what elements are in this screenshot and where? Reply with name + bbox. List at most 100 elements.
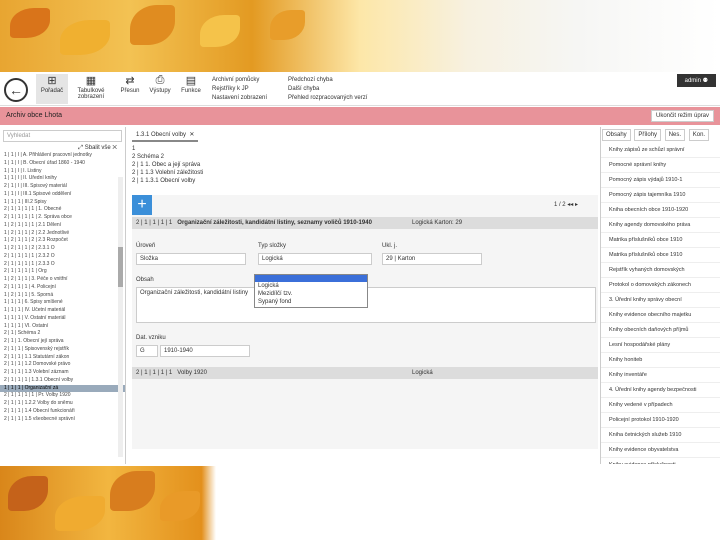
next-error-link[interactable]: Další chyba bbox=[288, 85, 367, 94]
tree-row[interactable]: 1 | 1 | 1 | IV. Účetní materiál bbox=[0, 307, 125, 315]
level-select[interactable]: Složka bbox=[136, 253, 246, 265]
archival-aids-link[interactable]: Archivní pomůcky bbox=[212, 76, 267, 85]
tree-row[interactable]: 1 | 2 | 1 | 1 | 2 | 2.3 Rozpočet bbox=[0, 237, 125, 245]
toolbar-button-vystupy[interactable]: ⎙ Výstupy bbox=[146, 74, 174, 104]
tree-row[interactable]: 1 | 1 | 1 | 6. Spisy smíšené bbox=[0, 299, 125, 307]
tree-row[interactable]: 2 | 1 | 1 | 1.2 Domovské právo bbox=[0, 361, 125, 369]
list-item[interactable]: Policejní protokol 1910-1920 bbox=[601, 413, 720, 428]
collapse-all-button[interactable]: ⤢ Sbalit vše ✕ bbox=[0, 145, 125, 152]
date-input[interactable]: 1910-1940 bbox=[160, 345, 250, 357]
tree-row[interactable]: 1 | 2 | 1 | 1 | 2 | 2.3.1 O bbox=[0, 245, 125, 253]
tab-nes[interactable]: Nes. bbox=[664, 129, 686, 141]
tree-scrollbar[interactable] bbox=[118, 177, 123, 457]
tab-obecni-volby[interactable]: 1.3.1 Obecní volby ✕ bbox=[132, 129, 199, 142]
list-item[interactable]: Pomocný zápis tajemníka 1910 bbox=[601, 188, 720, 203]
tree-row[interactable]: 2 | 1 | 1. Obecní její správa bbox=[0, 338, 125, 346]
tab-prilohy[interactable]: Přílohy bbox=[634, 129, 662, 141]
list-item[interactable]: Lesní hospodářské plány bbox=[601, 338, 720, 353]
record-panel: + 1 / 2 ◂◂ ▸ 2 | 1 | 1 | 1 | 1 Organizač… bbox=[132, 195, 598, 449]
tree-row[interactable]: 2 | 1 | 1 | 1.2.2 Volby do sněmu bbox=[0, 400, 125, 408]
tree-row[interactable]: 1 | 2 | 1 | 1 | 1 | 2.1 Dělení bbox=[0, 222, 125, 230]
tree-list: 1 | 1 | I | A. Přihlášení pracovní jedno… bbox=[0, 152, 125, 423]
list-item[interactable]: 3. Úřední knihy správy obecní bbox=[601, 293, 720, 308]
arrows-icon: ⇄ bbox=[125, 75, 135, 87]
list-item[interactable]: Knihy obecních daňových příjmů bbox=[601, 323, 720, 338]
list-item[interactable]: Protokol o domovských zákonech bbox=[601, 278, 720, 293]
tree-row[interactable]: 2 | 1 | 1 | 1.1 Statutární zákon bbox=[0, 354, 125, 362]
previous-error-link[interactable]: Předchozí chyba bbox=[288, 76, 367, 85]
tree-row[interactable]: 2 | 1 | 1 | 1.3 Volební záznam bbox=[0, 369, 125, 377]
list-item[interactable]: Kniha četnických služeb 1910 bbox=[601, 428, 720, 443]
user-menu[interactable]: admin ⚉ bbox=[676, 74, 716, 87]
list-item[interactable]: Matrika příslušníků obce 1910 bbox=[601, 233, 720, 248]
tree-row[interactable]: 1 | 1 | I | III.1 Spisové oddělení bbox=[0, 191, 125, 199]
tab-kon[interactable]: Kon. bbox=[688, 129, 710, 141]
tree-search-input[interactable]: Vyhledat bbox=[3, 130, 122, 142]
tree-row[interactable]: 2 | 1 | 1 | 1 | 4. Policejní bbox=[0, 284, 125, 292]
tree-row[interactable]: 1 | 1 | I | II. Úřední knihy bbox=[0, 175, 125, 183]
pager: 1 / 2 ◂◂ ▸ bbox=[553, 202, 578, 208]
list-item[interactable]: Knihy agendy domovského práva bbox=[601, 218, 720, 233]
right-list: Knihy zápisů ze schůzí správní Pomocné sp… bbox=[601, 143, 720, 464]
list-item[interactable]: Pomocné správní knihy bbox=[601, 158, 720, 173]
toolbar-button-table[interactable]: ▦ Tabulkové zobrazení bbox=[74, 74, 108, 104]
tree-row[interactable]: 1 | 2 | 1 | 1 | 3. Péče o vnitřní bbox=[0, 276, 125, 284]
footer-leaves-photo bbox=[0, 466, 720, 540]
tree-row[interactable]: 2 | 1 | 1 | 1.4 Obecní funkcionáři bbox=[0, 408, 125, 416]
view-settings-link[interactable]: Nastavení zobrazení bbox=[212, 94, 267, 103]
list-item[interactable]: Pomocný zápis výdajů 1910-1 bbox=[601, 173, 720, 188]
tree-row[interactable]: 2 | 1 | 1 | 1 | 1 | 2. Správa obce bbox=[0, 214, 125, 222]
tree-row[interactable]: 1 | 1 | I | A. Přihlášení pracovní jedno… bbox=[0, 152, 125, 160]
date-type-select[interactable]: G bbox=[136, 345, 158, 357]
right-tabs: Obsahy Přílohy Nes. Kon. bbox=[601, 127, 720, 143]
tree-icon: ⊞ bbox=[47, 75, 57, 87]
list-item[interactable]: Knihy evidence příslušnosti bbox=[601, 458, 720, 464]
tree-row[interactable]: 1 | 2 | 1 | 1 | 5. Sporná bbox=[0, 292, 125, 300]
versions-overview-link[interactable]: Přehled rozpracovaných verzí bbox=[288, 94, 367, 103]
toolbar-button-presun[interactable]: ⇄ Přesun bbox=[116, 74, 144, 104]
folder-type-dropdown[interactable]: Logická Mezidílčí tzv. Sypaný fond bbox=[254, 274, 368, 308]
tree-row[interactable]: 2 | 1 | 1 | 1 | 1 | 1. Obecné bbox=[0, 206, 125, 214]
toolbar-button-funkce[interactable]: ▤ Funkce bbox=[177, 74, 205, 104]
record-row-selected[interactable]: 2 | 1 | 1 | 1 | 1 Organizační záležitost… bbox=[132, 217, 598, 229]
tree-row[interactable]: 2 | 1 | I | III. Spisový materiál bbox=[0, 183, 125, 191]
list-item[interactable]: Kniha obecních obce 1910-1920 bbox=[601, 203, 720, 218]
tree-row[interactable]: 1 | 1 | 1 | Organizační zá bbox=[0, 384, 125, 393]
toolbar-button-poradac[interactable]: ⊞ Pořadač bbox=[36, 74, 68, 104]
print-icon: ⎙ bbox=[155, 74, 165, 86]
tree-row[interactable]: 2 | 1 | Schéma 2 bbox=[0, 330, 125, 338]
tree-row[interactable]: 1 | 2 | 1 | 1 | 2 | 2.2 Jednotlivé bbox=[0, 230, 125, 238]
tree-row[interactable]: 2 | 1 | 1 | 1 | 1.3.1 Obecní volby bbox=[0, 377, 125, 385]
tree-row[interactable]: 2 | 1 | 1 | 1.5 všeobecné správní bbox=[0, 416, 125, 424]
list-item[interactable]: Knihy evidence obyvatelstva bbox=[601, 443, 720, 458]
tree-row[interactable]: 1 | 1 | 1 | III.2 Spisy bbox=[0, 199, 125, 207]
folder-type-select[interactable]: Logická bbox=[258, 253, 372, 265]
list-item[interactable]: Knihy vedené v případech bbox=[601, 398, 720, 413]
back-icon[interactable]: ← bbox=[4, 78, 28, 102]
tree-row[interactable]: 2 | 1 | 1 | 1 | 1 | Org bbox=[0, 268, 125, 276]
list-item[interactable]: Knihy honiteb bbox=[601, 353, 720, 368]
tree-row[interactable]: 1 | 1 | I | B. Obecní úřad 1860 - 1940 bbox=[0, 160, 125, 168]
record-row[interactable]: 2 | 1 | 1 | 1 | 1 Volby 1920 Logická bbox=[132, 367, 598, 379]
tree-row[interactable]: 2 | 1 | 1 | 1 | 1 | 2.3.3 O bbox=[0, 261, 125, 269]
registers-link[interactable]: Rejstříky k JP bbox=[212, 85, 267, 94]
list-item[interactable]: Knihy evidence obecního majetku bbox=[601, 308, 720, 323]
end-edit-mode-button[interactable]: Ukončit režim úprav bbox=[650, 110, 714, 122]
tree-row[interactable]: 2 | 1 | 1 | Spisovenský rejstřík bbox=[0, 346, 125, 354]
tree-row[interactable]: 1 | 1 | 1 | VI. Ostatní bbox=[0, 323, 125, 331]
add-icon[interactable]: + bbox=[132, 195, 152, 215]
main-toolbar: ← ⊞ Pořadač ▦ Tabulkové zobrazení ⇄ Přes… bbox=[0, 72, 720, 106]
list-item[interactable]: Matrika příslušníků obce 1910 bbox=[601, 248, 720, 263]
tree-row[interactable]: 1 | 1 | 1 | V. Ostatní materiál bbox=[0, 315, 125, 323]
tab-obsahy[interactable]: Obsahy bbox=[602, 129, 631, 141]
storage-unit-select[interactable]: 29 | Karton bbox=[382, 253, 482, 265]
tree-row[interactable]: 2 | 1 | 1 | 1 | 1 | Pr. Volby 1920 bbox=[0, 392, 125, 400]
list-item[interactable]: Knihy zápisů ze schůzí správní bbox=[601, 143, 720, 158]
right-list-panel: Obsahy Přílohy Nes. Kon. Knihy zápisů ze… bbox=[600, 127, 720, 464]
toolbar-list-1: Archivní pomůcky Rejstříky k JP Nastaven… bbox=[212, 76, 267, 103]
tree-row[interactable]: 2 | 1 | 1 | 1 | 1 | 2.3.2 O bbox=[0, 253, 125, 261]
list-item[interactable]: Rejstřík vyhaných domovských bbox=[601, 263, 720, 278]
list-item[interactable]: 4. Úřední knihy agendy bezpečnosti bbox=[601, 383, 720, 398]
tree-row[interactable]: 1 | 1 | I | I. Listiny bbox=[0, 168, 125, 176]
list-item[interactable]: Knihy inventáře bbox=[601, 368, 720, 383]
